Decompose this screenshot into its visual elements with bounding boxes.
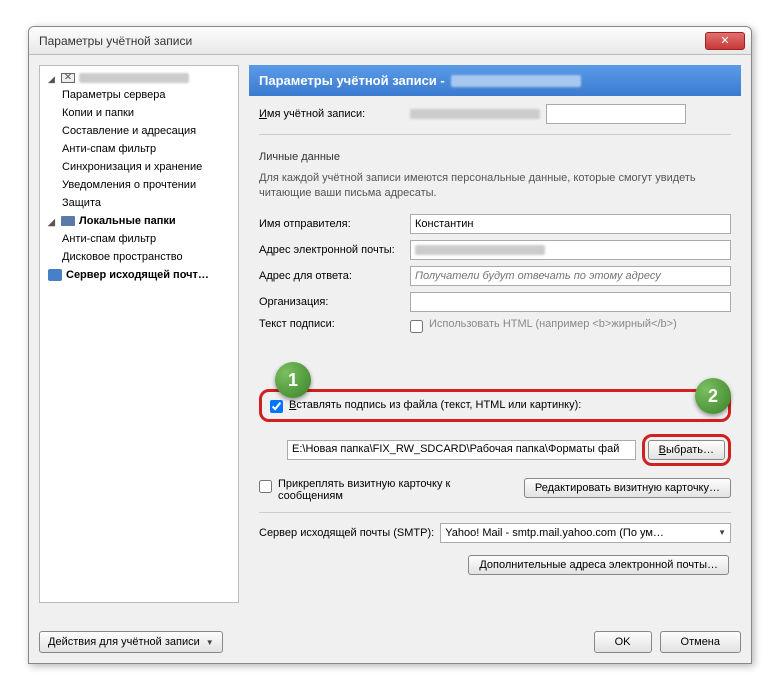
email-value-redacted — [415, 245, 545, 255]
sidebar-item-local-antispam[interactable]: Анти-спам фильтр — [40, 230, 238, 248]
account-name-value-redacted — [410, 109, 540, 119]
account-name-label: ИИмя учётной записи:мя учётной записи: — [259, 108, 404, 120]
dialog-footer: Действия для учётной записи ▼ OK Отмена — [39, 631, 741, 653]
window-title: Параметры учётной записи — [35, 34, 192, 48]
sidebar-item-server[interactable]: Параметры сервера — [40, 86, 238, 104]
folder-icon — [61, 216, 75, 226]
collapse-icon: ◢ — [48, 74, 57, 83]
dialog-body: ◢ Параметры сервера Копии и папки Состав… — [29, 55, 751, 613]
account-settings-dialog: Параметры учётной записи ✕ ◢ Параметры с… — [28, 26, 752, 664]
choose-button-highlight: Выбрать… Выбрать… — [642, 434, 731, 466]
sidebar-local-folders[interactable]: ◢ Локальные папки — [40, 212, 238, 230]
choose-button[interactable]: Выбрать… — [648, 440, 725, 460]
outgoing-server-label: Сервер исходящей почт… — [66, 269, 209, 281]
panel-header-text: Параметры учётной записи - — [259, 73, 445, 88]
sidebar-item-copies[interactable]: Копии и папки — [40, 104, 238, 122]
cancel-button[interactable]: Отмена — [660, 631, 741, 653]
collapse-icon: ◢ — [48, 217, 57, 226]
form-area: ИИмя учётной записи:мя учётной записи: Л… — [249, 96, 741, 583]
panel-header: Параметры учётной записи - — [249, 65, 741, 96]
sidebar-item-security[interactable]: Защита — [40, 194, 238, 212]
signature-file-checkbox[interactable] — [270, 400, 283, 413]
header-account-redacted — [451, 75, 581, 87]
sidebar-item-receipts[interactable]: Уведомления о прочтении — [40, 176, 238, 194]
sender-name-label: Имя отправителя: — [259, 218, 404, 230]
sig-text-label: Текст подписи: — [259, 318, 404, 330]
sidebar-item-sync[interactable]: Синхронизация и хранение — [40, 158, 238, 176]
close-icon: ✕ — [720, 34, 729, 47]
annotation-callout-1: 1 — [275, 362, 311, 398]
server-icon — [48, 269, 62, 281]
sidebar-item-local-disk[interactable]: Дисковое пространство — [40, 248, 238, 266]
sidebar-item-antispam[interactable]: Анти-спам фильтр — [40, 140, 238, 158]
reply-label: Адрес для ответа: — [259, 270, 404, 282]
personal-data-heading: Личные данные — [259, 151, 731, 163]
smtp-label: Сервер исходящей почты (SMTP): — [259, 527, 434, 539]
mail-icon — [61, 73, 75, 83]
sidebar: ◢ Параметры сервера Копии и папки Состав… — [39, 65, 239, 603]
signature-file-path[interactable]: E:\Новая папка\FIX_RW_SDCARD\Рабочая пап… — [287, 440, 636, 460]
local-folders-label: Локальные папки — [79, 215, 176, 227]
account-actions-label: Действия для учётной записи — [48, 636, 200, 648]
account-actions-button[interactable]: Действия для учётной записи ▼ — [39, 631, 223, 653]
sidebar-outgoing-server[interactable]: Сервер исходящей почт… — [40, 266, 238, 284]
smtp-select[interactable]: Yahoo! Mail - smtp.mail.yahoo.com (По ум… — [440, 523, 731, 543]
personal-data-help: Для каждой учётной записи имеются персон… — [259, 171, 731, 202]
main-panel: Параметры учётной записи - ИИмя учётной … — [249, 65, 741, 603]
annotation-callout-2: 2 — [695, 378, 731, 414]
org-label: Организация: — [259, 296, 404, 308]
vcard-label: Прикреплять визитную карточку к сообщени… — [278, 478, 518, 502]
use-html-label: Использовать HTML (например <b>жирный</b… — [429, 318, 677, 330]
edit-vcard-button[interactable]: Редактировать визитную карточку… — [524, 478, 731, 498]
email-input[interactable] — [410, 240, 731, 260]
signature-file-label: Вставлять подпись из файла (текст, HTML … — [289, 399, 581, 411]
titlebar: Параметры учётной записи ✕ — [29, 27, 751, 55]
use-html-checkbox[interactable] — [410, 320, 423, 333]
account-name-input[interactable] — [546, 104, 686, 124]
extra-addresses-button[interactable]: Дополнительные адреса электронной почты… — [468, 555, 729, 575]
reply-input[interactable] — [410, 266, 731, 286]
sidebar-account-root[interactable]: ◢ — [40, 70, 238, 86]
chevron-down-icon: ▼ — [718, 528, 726, 537]
email-label: Адрес электронной почты: — [259, 244, 404, 256]
close-button[interactable]: ✕ — [705, 32, 745, 50]
chevron-down-icon: ▼ — [206, 638, 214, 647]
account-name-redacted — [79, 73, 189, 83]
smtp-value: Yahoo! Mail - smtp.mail.yahoo.com (По ум… — [445, 527, 664, 539]
vcard-checkbox[interactable] — [259, 480, 272, 493]
sidebar-item-composition[interactable]: Составление и адресация — [40, 122, 238, 140]
signature-file-row-highlight: Вставлять подпись из файла (текст, HTML … — [259, 389, 731, 422]
sender-name-input[interactable] — [410, 214, 731, 234]
ok-button[interactable]: OK — [594, 631, 652, 653]
org-input[interactable] — [410, 292, 731, 312]
